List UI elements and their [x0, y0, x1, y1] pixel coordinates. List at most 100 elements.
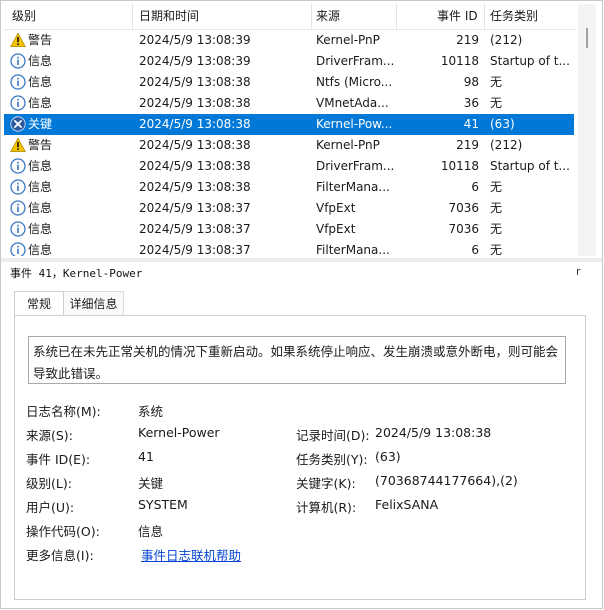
- task-category-cell: 无: [490, 222, 503, 236]
- level-value: 关键: [138, 476, 164, 491]
- task-category-cell: (212): [490, 138, 523, 152]
- task-category-cell: 无: [490, 243, 503, 256]
- source-cell: DriverFram...: [316, 159, 395, 173]
- event-id-cell: 10118: [440, 54, 479, 68]
- user-value: SYSTEM: [138, 497, 188, 512]
- date-cell: 2024/5/9 13:08:37: [139, 222, 251, 236]
- level-cell: 警告: [28, 33, 53, 47]
- event-id-cell: 36: [463, 96, 479, 110]
- event-id-cell: 7036: [448, 222, 479, 236]
- task-category-value: (63): [375, 449, 401, 464]
- task-category-cell: Startup of t...: [490, 54, 570, 68]
- keywords-label: 关键字(K):: [296, 476, 356, 491]
- task-category-cell: 无: [490, 180, 503, 194]
- event-row[interactable]: 信息 2024/5/9 13:08:38 VMnetAda... 36 无: [4, 93, 574, 114]
- source-label: 来源(S):: [26, 428, 73, 443]
- level-cell: 信息: [28, 75, 53, 89]
- event-id-cell: 41: [463, 117, 479, 131]
- level-cell: 信息: [28, 243, 53, 256]
- date-cell: 2024/5/9 13:08:38: [139, 96, 251, 110]
- event-list[interactable]: 级别 日期和时间 来源 事件 ID 任务类别 警告 2024/5/9 13:08:…: [4, 4, 598, 256]
- date-cell: 2024/5/9 13:08:37: [139, 243, 251, 256]
- date-cell: 2024/5/9 13:08:39: [139, 33, 251, 47]
- column-header-source[interactable]: 来源: [316, 4, 340, 29]
- level-cell: 信息: [28, 159, 53, 173]
- info-icon: [10, 200, 26, 216]
- event-row[interactable]: 信息 2024/5/9 13:08:37 VfpExt 7036 无: [4, 198, 574, 219]
- info-icon: [10, 242, 26, 256]
- level-cell: 信息: [28, 201, 53, 215]
- source-cell: DriverFram...: [316, 54, 395, 68]
- level-cell: 警告: [28, 138, 53, 152]
- level-label: 级别(L):: [26, 476, 72, 491]
- column-header-event-id[interactable]: 事件 ID: [437, 4, 478, 29]
- event-row[interactable]: 信息 2024/5/9 13:08:38 FilterMana... 6 无: [4, 177, 574, 198]
- date-cell: 2024/5/9 13:08:38: [139, 117, 251, 131]
- logged-label: 记录时间(D):: [296, 428, 370, 443]
- keywords-value: (70368744177664),(2): [375, 473, 518, 488]
- level-cell: 信息: [28, 96, 53, 110]
- column-header-task-category[interactable]: 任务类别: [490, 4, 538, 29]
- source-cell: VfpExt: [316, 201, 356, 215]
- task-category-cell: 无: [490, 201, 503, 215]
- level-cell: 信息: [28, 222, 53, 236]
- level-cell: 信息: [28, 54, 53, 68]
- source-cell: VMnetAda...: [316, 96, 389, 110]
- source-cell: VfpExt: [316, 222, 356, 236]
- info-icon: [10, 179, 26, 195]
- event-id-cell: 6: [471, 180, 479, 194]
- source-cell: FilterMana...: [316, 180, 390, 194]
- source-cell: Kernel-PnP: [316, 138, 380, 152]
- event-id-cell: 219: [456, 33, 479, 47]
- event-list-header: 级别 日期和时间 来源 事件 ID 任务类别: [4, 4, 576, 30]
- event-list-scrollbar[interactable]: [578, 4, 596, 256]
- task-category-cell: (63): [490, 117, 515, 131]
- scrollbar-thumb[interactable]: [586, 28, 588, 48]
- event-row[interactable]: 信息 2024/5/9 13:08:39 DriverFram... 10118 Sta…: [4, 51, 574, 72]
- task-category-cell: 无: [490, 75, 503, 89]
- event-id-cell: 7036: [448, 201, 479, 215]
- pane-splitter[interactable]: [1, 258, 602, 262]
- task-category-label: 任务类别(Y):: [296, 452, 368, 467]
- column-header-date[interactable]: 日期和时间: [139, 4, 199, 29]
- online-help-link[interactable]: 事件日志联机帮助: [141, 545, 241, 564]
- event-row-selected[interactable]: 关键 2024/5/9 13:08:38 Kernel-Pow... 41 (63): [4, 114, 574, 135]
- event-row[interactable]: 信息 2024/5/9 13:08:37 VfpExt 7036 无: [4, 219, 574, 240]
- event-row[interactable]: 信息 2024/5/9 13:08:37 FilterMana... 6 无: [4, 240, 574, 256]
- source-value: Kernel-Power: [138, 425, 220, 440]
- info-icon: [10, 221, 26, 237]
- event-row[interactable]: 警告 2024/5/9 13:08:38 Kernel-PnP 219 (212): [4, 135, 574, 156]
- event-id-cell: 10118: [440, 159, 479, 173]
- critical-error-icon: [10, 116, 26, 132]
- general-tab-panel: 系统已在未先正常关机的情况下重新启动。如果系统停止响应、发生崩溃或意外断电，则可…: [14, 315, 586, 600]
- warning-icon: [10, 32, 26, 48]
- user-label: 用户(U):: [26, 500, 75, 515]
- event-row[interactable]: 信息 2024/5/9 13:08:38 Ntfs (Micro... 98 无: [4, 72, 574, 93]
- event-id-cell: 219: [456, 138, 479, 152]
- level-cell: 信息: [28, 180, 53, 194]
- info-icon: [10, 95, 26, 111]
- computer-value: FelixSANA: [375, 497, 439, 512]
- info-icon: [10, 53, 26, 69]
- warning-icon: [10, 137, 26, 153]
- source-cell: Kernel-PnP: [316, 33, 380, 47]
- close-detail-button[interactable]: r: [576, 265, 581, 278]
- date-cell: 2024/5/9 13:08:38: [139, 159, 251, 173]
- logged-value: 2024/5/9 13:08:38: [375, 425, 492, 440]
- log-name-value: 系统: [138, 404, 164, 419]
- task-category-cell: (212): [490, 33, 523, 47]
- event-row[interactable]: 警告 2024/5/9 13:08:39 Kernel-PnP 219 (212): [4, 30, 574, 51]
- log-name-label: 日志名称(M):: [26, 404, 101, 419]
- opcode-label: 操作代码(O):: [26, 524, 100, 539]
- event-description[interactable]: 系统已在未先正常关机的情况下重新启动。如果系统停止响应、发生崩溃或意外断电，则可…: [28, 336, 566, 384]
- level-cell: 关键: [28, 117, 53, 131]
- tab-details[interactable]: 详细信息: [64, 291, 124, 315]
- date-cell: 2024/5/9 13:08:37: [139, 201, 251, 215]
- event-id-label: 事件 ID(E):: [26, 452, 91, 467]
- opcode-value: 信息: [138, 524, 164, 539]
- column-header-level[interactable]: 级别: [12, 4, 36, 29]
- event-row[interactable]: 信息 2024/5/9 13:08:38 DriverFram... 10118 Sta…: [4, 156, 574, 177]
- tab-general[interactable]: 常规: [14, 291, 64, 316]
- source-cell: FilterMana...: [316, 243, 390, 256]
- computer-label: 计算机(R):: [296, 500, 357, 515]
